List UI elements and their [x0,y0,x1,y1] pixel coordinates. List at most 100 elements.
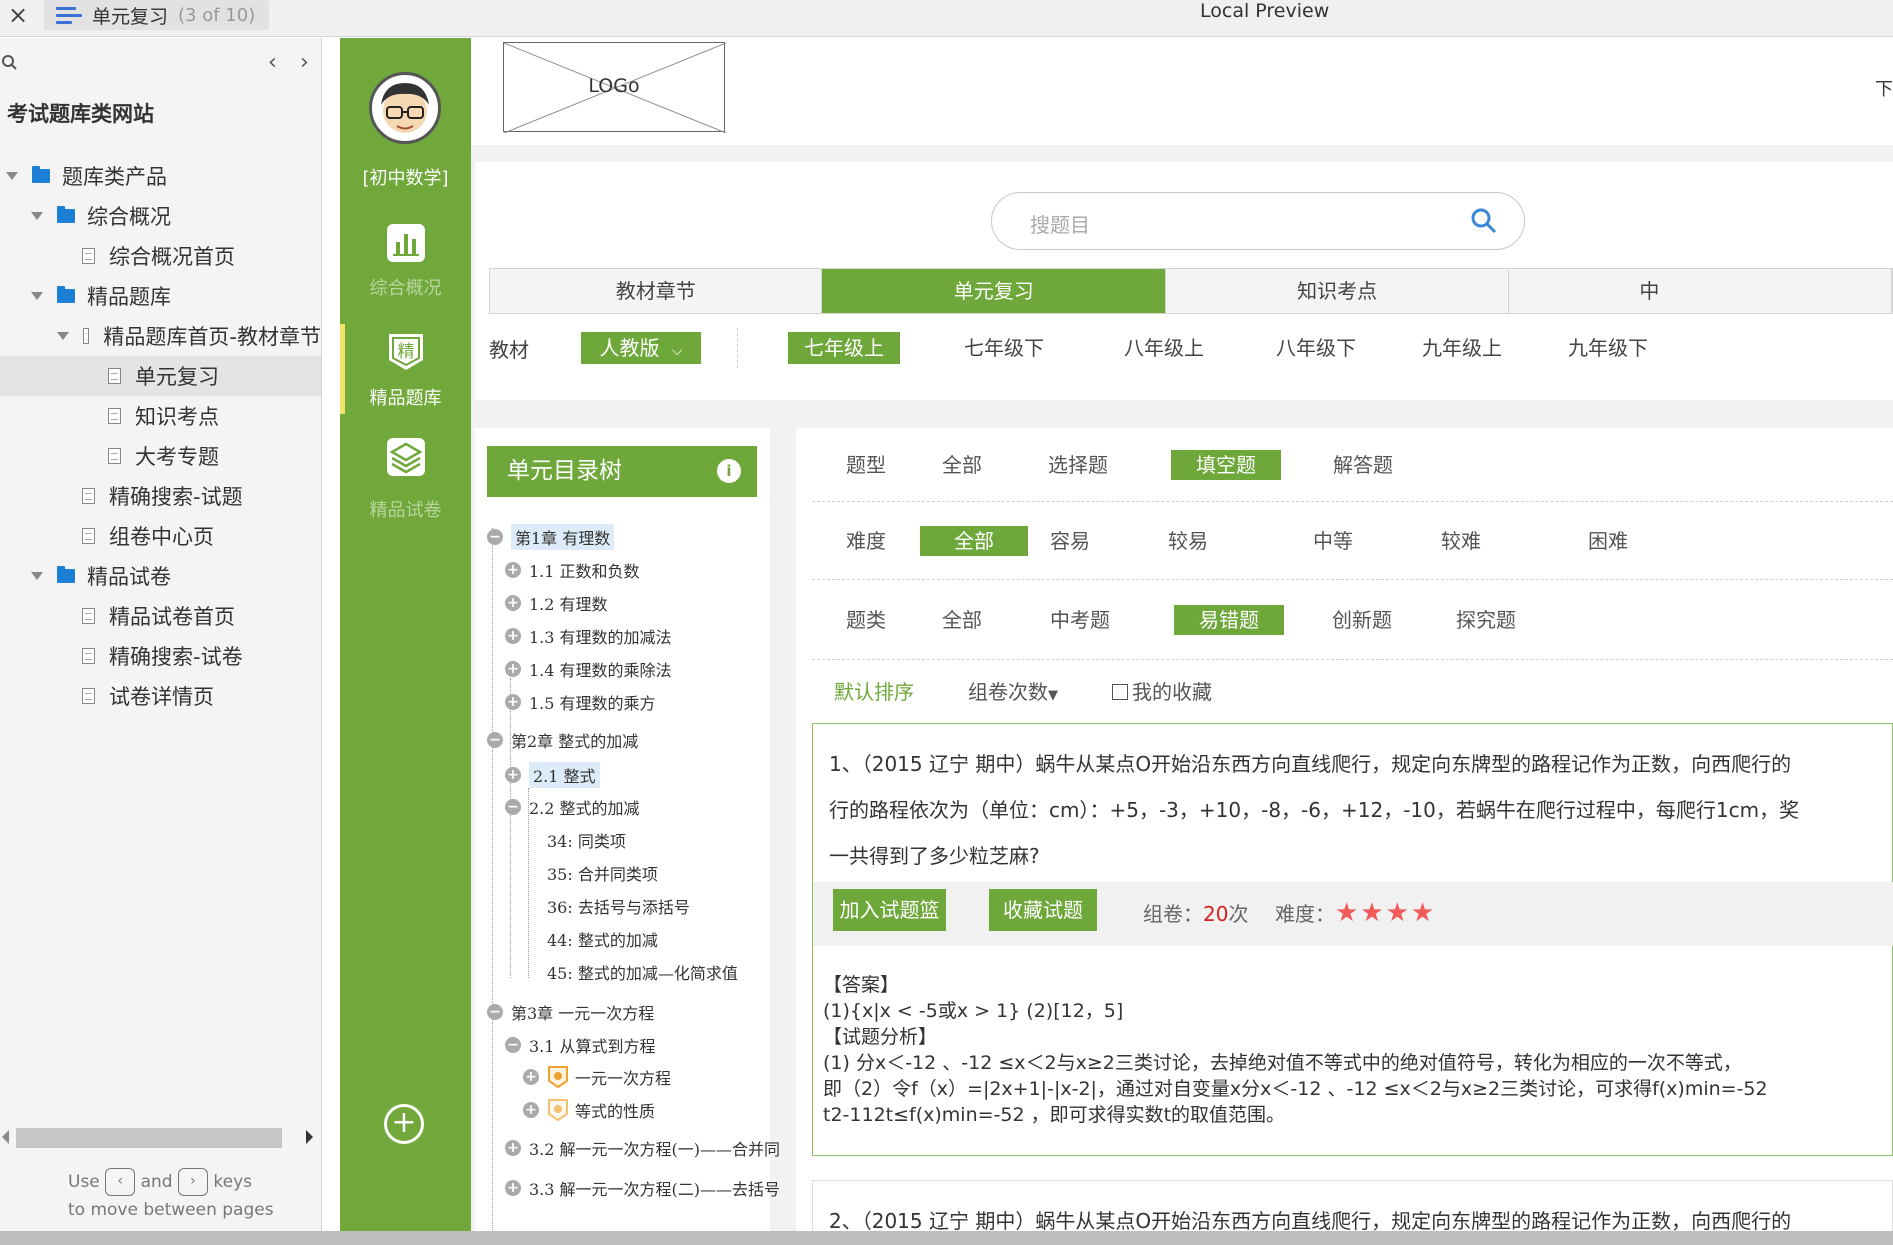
tree-node[interactable]: +3.3 解一元一次方程(二)——去括号 [505,1176,780,1200]
tree-node[interactable]: + 一元一次方程 [523,1065,671,1089]
search-icon[interactable] [0,52,24,76]
tree-node[interactable]: +1.1 正数和负数 [505,558,640,582]
sitemap-item-papers-folder[interactable]: 精品试卷 [0,556,321,596]
expand-caret-icon[interactable] [31,212,43,220]
type-choice[interactable]: 选择题 [1036,450,1120,480]
category-innovative[interactable]: 创新题 [1320,605,1404,635]
sitemap-item-paper-center[interactable]: 组卷中心页 [0,516,321,556]
tree-node[interactable]: +1.3 有理数的加减法 [505,624,672,648]
expand-caret-icon[interactable] [57,332,69,340]
nav-overview-label[interactable]: 综合概况 [340,274,471,300]
sitemap-item-papers-home[interactable]: 精品试卷首页 [0,596,321,636]
difficulty-all[interactable]: 全部 [920,525,1028,556]
category-filter-row: 题类 全部 中考题 易错题 创新题 探究题 [812,580,1893,660]
tab-more[interactable]: 中 [1509,269,1892,313]
tree-leaf[interactable]: 35: 合并同类项 [547,861,658,885]
category-all[interactable]: 全部 [930,605,994,635]
scroll-left-icon[interactable] [2,1130,9,1144]
search-icon[interactable] [1470,207,1498,235]
type-fill-blank[interactable]: 填空题 [1171,449,1281,480]
tab-knowledge-points[interactable]: 知识考点 [1165,269,1510,313]
search-input[interactable]: 搜题目 [1030,209,1090,238]
grade-9b[interactable]: 九年级下 [1552,332,1664,364]
tree-leaf[interactable]: 34: 同类项 [547,828,626,852]
grade-8b[interactable]: 八年级下 [1260,332,1372,364]
difficulty-easy[interactable]: 容易 [1038,526,1102,556]
header-download-link[interactable]: 下 [1875,75,1893,101]
expand-icon: + [505,1140,521,1156]
category-zhongkao[interactable]: 中考题 [1038,605,1122,635]
sitemap-item-unit-review[interactable]: 单元复习 [0,356,321,396]
sitemap-item-exam-topics[interactable]: 大考专题 [0,436,321,476]
category-inquiry[interactable]: 探究题 [1444,605,1528,635]
tree-node[interactable]: +1.5 有理数的乘方 [505,690,656,714]
tree-node[interactable]: −2.2 整式的加减 [505,795,640,819]
difficulty-medium[interactable]: 中等 [1301,526,1365,556]
expand-caret-icon[interactable] [31,572,43,580]
difficulty-very-hard[interactable]: 困难 [1576,526,1640,556]
add-to-basket-button[interactable]: 加入试题篮 [833,889,946,931]
favorite-question-button[interactable]: 收藏试题 [989,889,1097,931]
tree-node[interactable]: + 等式的性质 [523,1098,655,1122]
tree-node-ch2[interactable]: − 第2章 整式的加减 [487,728,638,752]
sitemap-item-search-questions[interactable]: 精确搜索-试题 [0,476,321,516]
tree-node-ch3[interactable]: − 第3章 一元一次方程 [487,1000,654,1024]
favorites-filter[interactable]: 我的收藏 [1112,676,1212,705]
tab-bar: 教材章节 单元复习 知识考点 中 [489,268,1893,314]
sitemap-item-overview-home[interactable]: 综合概况首页 [0,236,321,276]
sitemap-item-paper-detail[interactable]: 试卷详情页 [0,676,321,716]
tree-leaf[interactable]: 44: 整式的加减 [547,927,658,951]
tab-unit-review[interactable]: 单元复习 [822,269,1166,313]
layers-icon[interactable] [385,436,427,478]
grade-8a[interactable]: 八年级上 [1108,332,1220,364]
tree-node[interactable]: +3.2 解一元一次方程(一)——合并同 [505,1136,780,1160]
type-all[interactable]: 全部 [930,450,994,480]
subject-label[interactable]: [初中数学] [340,164,471,190]
grade-7a[interactable]: 七年级上 [788,332,900,364]
tree-node[interactable]: +1.4 有理数的乘除法 [505,657,672,681]
nav-jingpin-label[interactable]: 精品题库 [340,384,471,410]
sitemap-item-knowledge[interactable]: 知识考点 [0,396,321,436]
grade-9a[interactable]: 九年级上 [1406,332,1518,364]
horizontal-scrollbar[interactable] [16,1128,282,1148]
close-icon[interactable]: × [4,2,32,30]
tree-node[interactable]: −3.1 从算式到方程 [505,1033,656,1057]
grade-7b[interactable]: 七年级下 [948,332,1060,364]
nav-papers-label[interactable]: 精品试卷 [340,496,471,522]
horizontal-scrollbar[interactable] [0,1231,1893,1245]
search-box[interactable]: 搜题目 [991,192,1525,250]
tree-node-ch1[interactable]: − 第1章 有理数 [487,524,615,550]
logo-placeholder[interactable]: LOGo [503,42,726,133]
expand-caret-icon[interactable] [31,292,43,300]
tab-textbook-chapters[interactable]: 教材章节 [490,269,823,313]
checkbox[interactable] [1112,684,1128,700]
sort-by-count[interactable]: 组卷次数▼ [968,676,1058,705]
type-answer[interactable]: 解答题 [1321,450,1405,480]
next-page-button[interactable]: › [300,50,309,75]
tree-node[interactable]: +1.2 有理数 [505,591,608,615]
sitemap-item-jingpin-folder[interactable]: 精品题库 [0,276,321,316]
difficulty-hard[interactable]: 较难 [1429,526,1493,556]
difficulty-fairly-easy[interactable]: 较易 [1156,526,1220,556]
tree-node[interactable]: +2.1 整式 [505,762,600,788]
add-icon[interactable]: + [384,1104,424,1144]
sort-default[interactable]: 默认排序 [834,676,914,705]
jing-badge-icon[interactable]: 精 [385,330,427,372]
type-label: 题型 [846,452,886,477]
edition-dropdown[interactable]: 人教版 ⌵ [581,332,701,364]
sitemap-item-tiku-products[interactable]: 题库类产品 [0,156,321,196]
info-icon[interactable]: i [717,459,741,483]
tree-leaf[interactable]: 45: 整式的加减—化简求值 [547,960,738,984]
avatar[interactable] [369,72,441,144]
expand-caret-icon[interactable] [6,172,18,180]
prev-page-button[interactable]: ‹ [268,50,277,75]
sitemap-item-jingpin-home[interactable]: 精品题库首页-教材章节 [0,316,321,356]
page-selector[interactable]: 单元复习 (3 of 10) [44,0,270,30]
scroll-right-icon[interactable] [306,1130,313,1144]
tree-leaf[interactable]: 36: 去括号与添括号 [547,894,690,918]
sitemap-item-search-papers[interactable]: 精确搜索-试卷 [0,636,321,676]
collapse-icon: − [487,732,503,748]
bar-chart-icon[interactable] [385,222,427,264]
category-error-prone[interactable]: 易错题 [1174,604,1284,635]
sitemap-item-overview-folder[interactable]: 综合概况 [0,196,321,236]
